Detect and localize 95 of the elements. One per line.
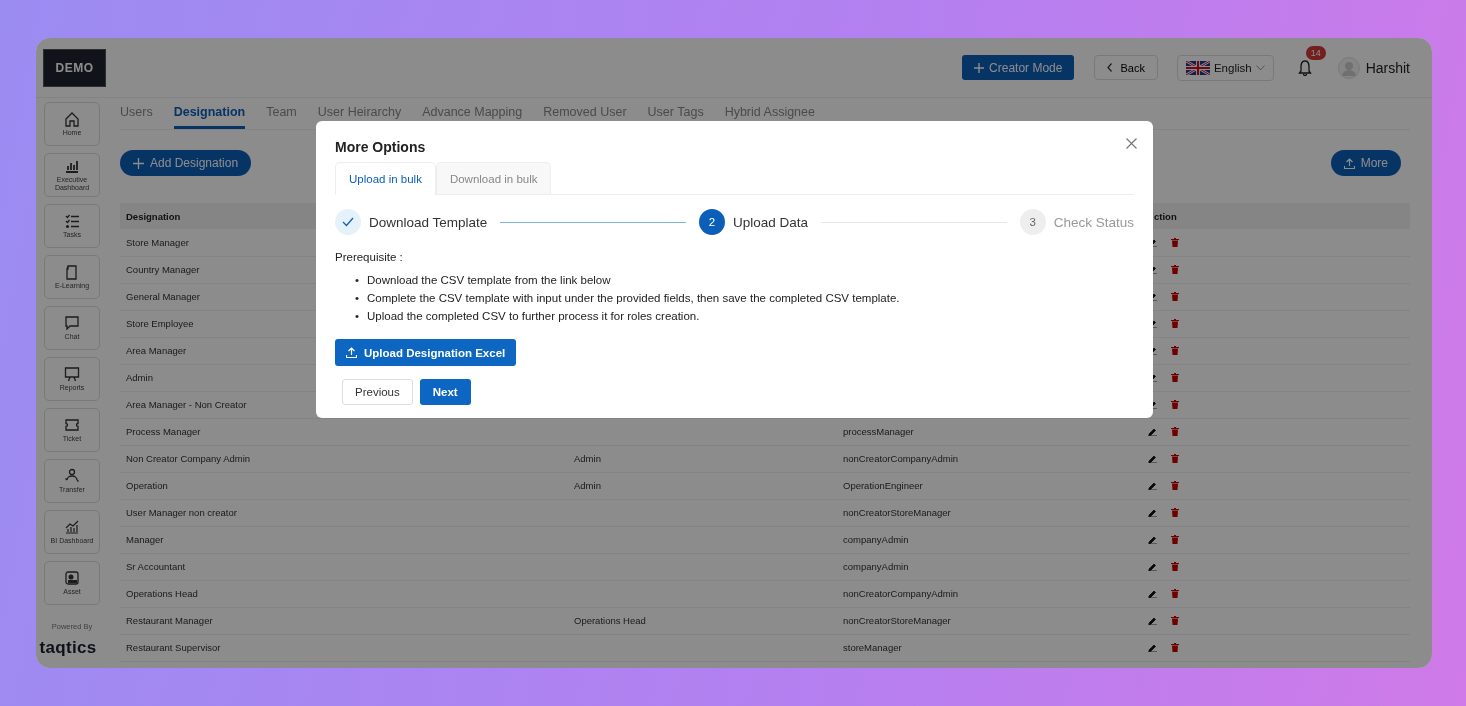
trash-icon[interactable] <box>1171 346 1179 355</box>
table-cell: companyAdmin <box>843 534 909 545</box>
table-cell: Restaurant Supervisor <box>120 634 568 661</box>
table-cell: Operations Head <box>120 580 568 607</box>
step-label: Upload Data <box>733 214 809 230</box>
table-cell: nonCreatorCompanyAdmin <box>843 453 959 464</box>
tab[interactable]: Advance Mapping <box>422 105 523 129</box>
bullet-marker: • <box>355 291 360 306</box>
table-cell: Operations Head <box>574 615 646 626</box>
tab[interactable]: Team <box>266 105 297 129</box>
trash-icon[interactable] <box>1171 481 1179 490</box>
upload-icon <box>346 347 357 358</box>
trash-icon[interactable] <box>1171 562 1179 571</box>
bar-chart-icon <box>64 158 80 175</box>
trash-icon[interactable] <box>1171 589 1179 598</box>
table-cell: Manager <box>120 526 568 553</box>
chevron-down-icon <box>1255 64 1265 71</box>
trend-chart-icon <box>64 519 80 536</box>
trash-icon[interactable] <box>1171 454 1179 463</box>
table-cell: User Manager non creator <box>120 499 568 526</box>
bell-icon[interactable] <box>1297 59 1312 76</box>
modal-title: More Options <box>335 139 426 155</box>
trash-icon[interactable] <box>1171 373 1179 382</box>
tab[interactable]: Hybrid Assignee <box>724 105 815 129</box>
table-cell: Restaurant Manager <box>120 607 568 634</box>
table-cell: Admin <box>574 453 601 464</box>
tab[interactable]: Removed User <box>543 105 627 129</box>
union-flag-icon <box>1185 60 1210 75</box>
tab[interactable]: Designation <box>173 105 246 129</box>
table-cell: storeManager <box>843 642 902 653</box>
trash-icon[interactable] <box>1171 427 1179 436</box>
document-icon <box>64 264 80 281</box>
check-icon <box>342 217 354 227</box>
table-cell: Non Creator Company Admin <box>120 445 568 472</box>
table-cell: nonCreatorStoreManager <box>843 507 951 518</box>
table-cell: processManager <box>843 426 914 437</box>
tab[interactable]: Users <box>120 105 153 129</box>
tab[interactable]: Upload in bulk <box>335 162 436 195</box>
tab[interactable]: User Heirarchy <box>317 105 402 129</box>
language-dropdown[interactable]: English <box>1176 54 1274 81</box>
trash-icon[interactable] <box>1171 237 1179 247</box>
pencil-icon[interactable] <box>1148 454 1157 463</box>
add-designation-button[interactable]: Add Designation <box>120 150 252 176</box>
table-cell: companyAdmin <box>843 561 909 572</box>
tab[interactable]: User Tags <box>647 105 704 129</box>
chat-icon <box>64 315 80 332</box>
ticket-icon <box>64 417 80 434</box>
close-button[interactable] <box>1126 138 1137 149</box>
more-button[interactable]: More <box>1330 150 1401 176</box>
creator-mode-button[interactable]: Creator Mode <box>962 55 1075 80</box>
table-cell: nonCreatorCompanyAdmin <box>843 588 959 599</box>
step-label: Check Status <box>1053 214 1134 230</box>
step-number: 2 <box>699 209 725 235</box>
bullet-marker: • <box>355 309 360 324</box>
step-number: 3 <box>1019 209 1046 235</box>
trash-icon[interactable] <box>1171 292 1179 301</box>
pencil-icon[interactable] <box>1148 508 1157 517</box>
table-cell: Operation <box>120 472 568 499</box>
upload-icon <box>1343 157 1355 169</box>
trash-icon[interactable] <box>1171 643 1179 652</box>
pencil-icon[interactable] <box>1148 562 1157 571</box>
close-icon <box>1126 138 1137 149</box>
step-label: Download Template <box>369 214 488 230</box>
table-cell: Sr Accountant <box>120 553 568 580</box>
trash-icon[interactable] <box>1171 265 1179 274</box>
notification-badge: 14 <box>1305 45 1326 60</box>
checklist-icon <box>64 213 80 230</box>
trash-icon[interactable] <box>1171 508 1179 517</box>
tab[interactable]: Download in bulk <box>435 162 552 194</box>
table-cell: OperationEngineer <box>843 480 923 491</box>
pencil-icon[interactable] <box>1148 616 1157 625</box>
trash-icon[interactable] <box>1171 535 1179 544</box>
logo: DEMO <box>43 48 106 87</box>
previous-button[interactable]: Previous <box>342 379 413 405</box>
back-button[interactable]: Back <box>1094 55 1158 80</box>
user-name[interactable]: Harshit <box>1365 59 1410 76</box>
pencil-icon[interactable] <box>1148 643 1157 652</box>
pencil-icon[interactable] <box>1148 481 1157 490</box>
brand-logo: taqtics <box>38 638 98 658</box>
table-cell: Admin <box>574 480 601 491</box>
home-icon <box>64 111 80 128</box>
trash-icon[interactable] <box>1171 319 1179 328</box>
trash-icon[interactable] <box>1171 400 1179 409</box>
pencil-icon[interactable] <box>1148 589 1157 598</box>
next-button[interactable]: Next <box>419 379 471 405</box>
upload-button[interactable]: Upload Designation Excel <box>335 339 517 366</box>
pencil-icon[interactable] <box>1148 535 1157 544</box>
presentation-board-icon <box>64 366 80 383</box>
chevron-left-icon <box>1107 63 1113 72</box>
plus-icon <box>133 157 144 169</box>
table-cell: nonCreatorStoreManager <box>843 615 951 626</box>
pencil-icon[interactable] <box>1148 427 1157 436</box>
plus-icon <box>974 62 985 73</box>
id-card-icon <box>64 570 80 587</box>
trash-icon[interactable] <box>1171 616 1179 625</box>
